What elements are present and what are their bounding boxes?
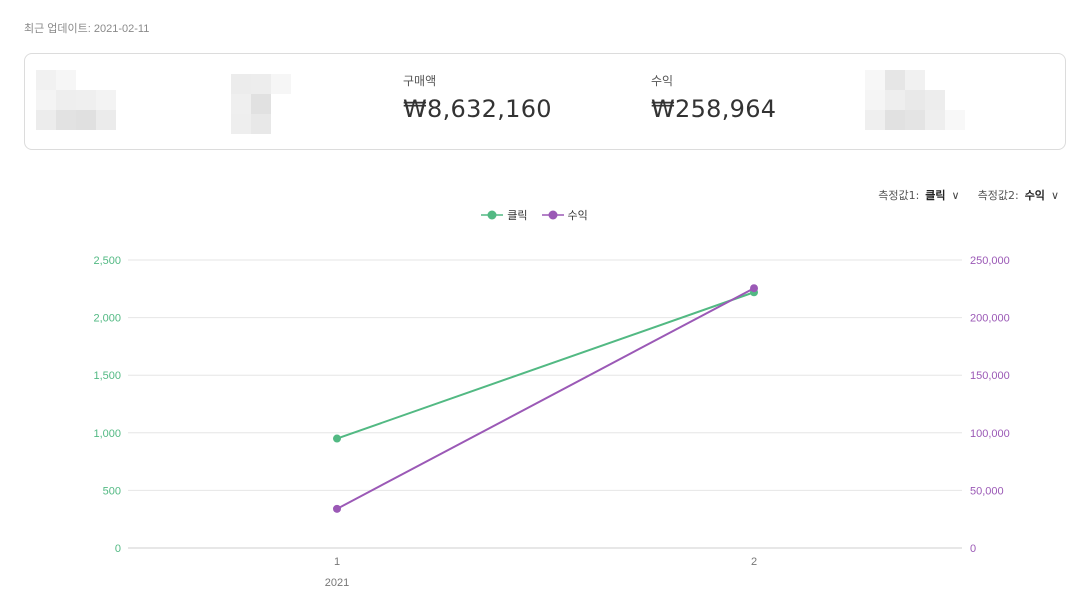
y-left-tick-label: 2,000 bbox=[93, 313, 121, 325]
y-right-tick-label: 200,000 bbox=[970, 313, 1010, 325]
data-point-clicks bbox=[333, 434, 341, 443]
x-tick-label: 2 bbox=[751, 556, 757, 568]
y-left-tick-label: 1,000 bbox=[93, 428, 121, 440]
data-point-revenue bbox=[750, 284, 758, 293]
x-tick-label: 1 bbox=[334, 556, 340, 568]
y-right-tick-label: 50,000 bbox=[970, 485, 1004, 497]
y-right-tick-label: 0 bbox=[970, 543, 976, 555]
y-right-tick-label: 100,000 bbox=[970, 428, 1010, 440]
y-left-tick-label: 1,500 bbox=[93, 370, 121, 382]
x-group-label: 2021 bbox=[325, 577, 349, 589]
y-left-tick-label: 500 bbox=[103, 485, 121, 497]
data-point-revenue bbox=[333, 504, 341, 513]
series-line-revenue bbox=[336, 287, 755, 510]
y-left-tick-label: 0 bbox=[115, 543, 121, 555]
y-right-tick-label: 250,000 bbox=[970, 255, 1010, 267]
line-chart: 0 500 1,000 1,500 2,000 2,500 0 50,000 100,000 15… bbox=[93, 255, 1010, 589]
series-line-clicks bbox=[336, 291, 755, 440]
y-right-tick-label: 150,000 bbox=[970, 370, 1010, 382]
y-left-tick-label: 2,500 bbox=[93, 255, 121, 267]
